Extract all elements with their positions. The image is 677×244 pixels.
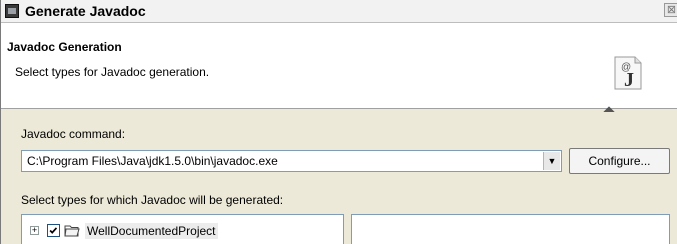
page-description: Select types for Javadoc generation. xyxy=(15,65,210,79)
configure-button[interactable]: Configure... xyxy=(569,148,670,174)
project-folder-icon xyxy=(64,225,80,237)
corner-arrow-icon xyxy=(603,106,615,118)
javadoc-wizard-icon: @ J xyxy=(614,56,642,91)
project-checkbox[interactable] xyxy=(47,224,60,237)
project-tree[interactable]: + WellDocumentedProject xyxy=(21,214,344,244)
select-types-label: Select types for which Javadoc will be g… xyxy=(21,193,284,207)
expand-icon[interactable]: + xyxy=(30,226,39,235)
javadoc-command-value: C:\Program Files\Java\jdk1.5.0\bin\javad… xyxy=(27,154,278,168)
chevron-down-icon[interactable]: ▼ xyxy=(543,152,560,170)
close-icon[interactable]: ⊠ xyxy=(664,3,677,17)
page-title: Javadoc Generation xyxy=(7,40,122,54)
window-title: Generate Javadoc xyxy=(25,3,146,19)
j-glyph: J xyxy=(624,69,634,91)
tree-item-label[interactable]: WellDocumentedProject xyxy=(85,223,218,239)
generate-javadoc-dialog: Generate Javadoc ⊠ Javadoc Generation Se… xyxy=(0,0,677,244)
title-bar[interactable]: Generate Javadoc ⊠ xyxy=(1,0,677,23)
window-icon xyxy=(5,4,19,18)
types-list[interactable] xyxy=(351,214,670,244)
javadoc-command-combo[interactable]: C:\Program Files\Java\jdk1.5.0\bin\javad… xyxy=(21,150,562,172)
wizard-banner: Javadoc Generation Select types for Java… xyxy=(1,23,677,118)
javadoc-command-label: Javadoc command: xyxy=(21,127,126,141)
